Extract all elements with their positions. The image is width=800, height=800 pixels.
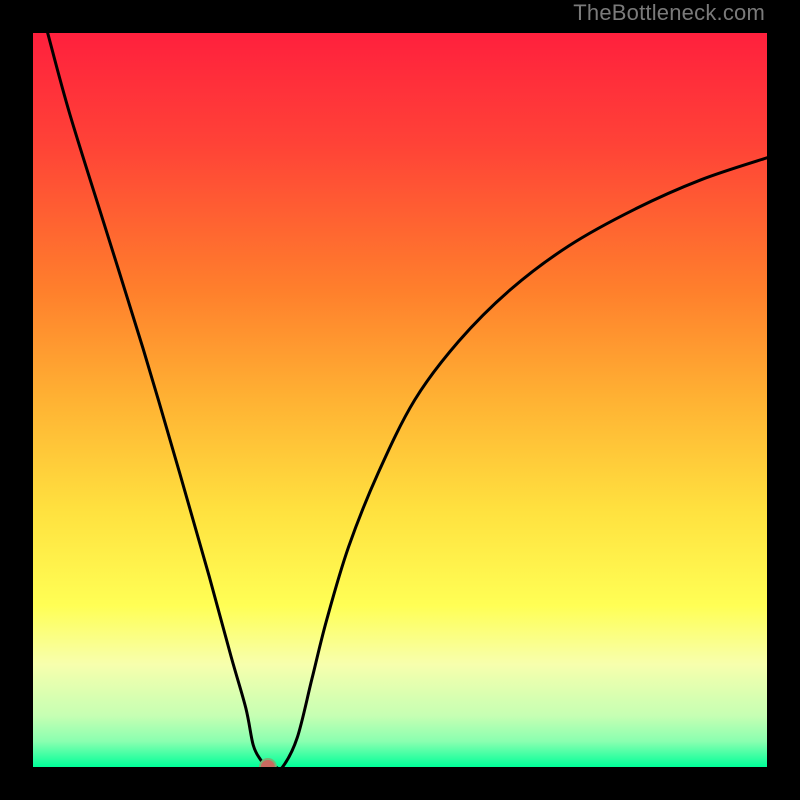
minimum-dot-icon xyxy=(260,759,276,767)
chart-frame: TheBottleneck.com xyxy=(0,0,800,800)
watermark-text: TheBottleneck.com xyxy=(573,0,765,26)
plot-area xyxy=(33,33,767,767)
bottleneck-chart xyxy=(33,33,767,767)
gradient-background xyxy=(33,33,767,767)
